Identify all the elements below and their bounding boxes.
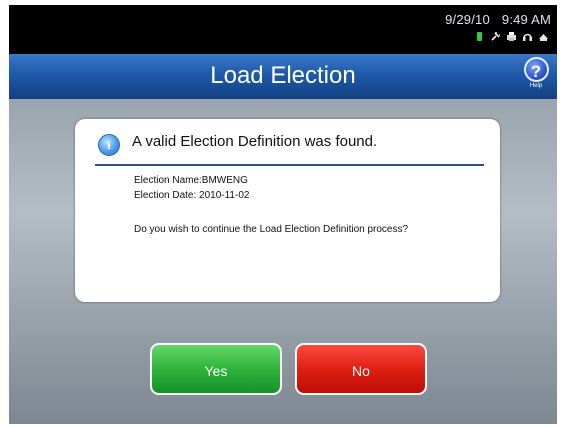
election-details: Election Name:BMWENG Election Date: 2010… [134,173,249,203]
status-bar: 9/29/10 9:49 AM [9,5,557,54]
dialog-question: Do you wish to continue the Load Electio… [134,224,409,235]
help-icon: ? [523,57,549,82]
page-title: Load Election [210,62,356,89]
dialog-message: A valid Election Definition was found. [132,133,378,150]
battery-icon [477,32,482,41]
status-datetime: 9/29/10 9:49 AM [445,12,551,27]
device-screen: 9/29/10 9:49 AM Load Election ? Help i A … [9,5,557,424]
printer-icon [507,32,516,41]
message-dialog: i A valid Election Definition was found.… [75,119,500,302]
election-name: Election Name:BMWENG [134,175,248,186]
headphones-icon [523,33,532,41]
status-date: 9/29/10 [445,12,490,27]
title-bar: Load Election ? Help [9,54,557,99]
status-time: 9:49 AM [501,12,551,27]
yes-button[interactable]: Yes [150,343,282,395]
dialog-divider [95,164,484,166]
no-button[interactable]: No [295,343,427,395]
power-plug-icon [491,32,500,41]
network-icon [539,34,548,41]
election-date: Election Date: 2010-11-02 [134,190,250,201]
main-content: i A valid Election Definition was found.… [9,99,557,424]
help-label: Help [529,83,543,89]
status-icons [474,31,549,42]
help-button[interactable]: ? Help [521,57,551,89]
info-icon: i [98,134,120,156]
